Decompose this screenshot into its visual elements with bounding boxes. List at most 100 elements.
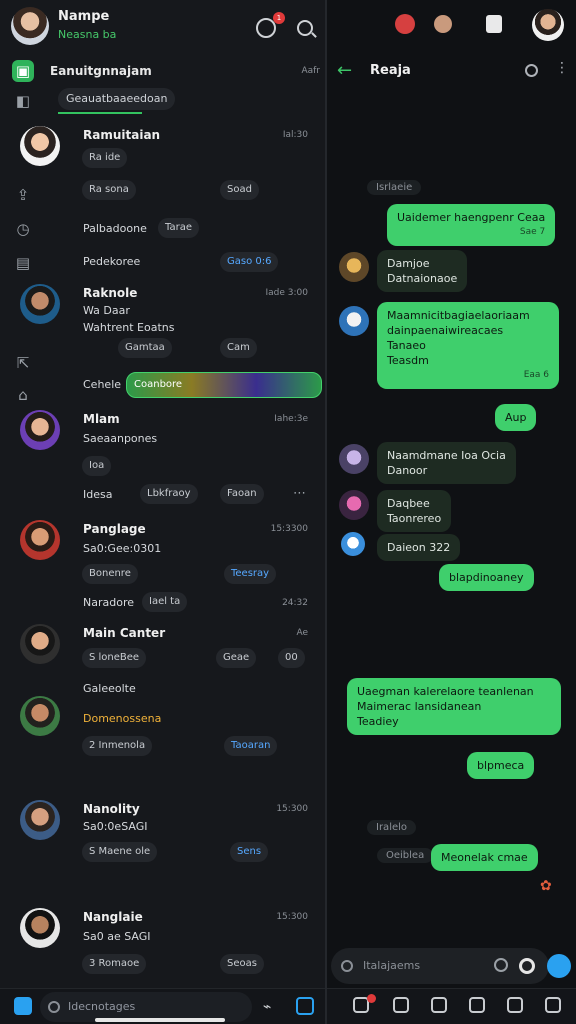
- top-icons: [327, 0, 576, 48]
- list-item[interactable]: Raknole Iade 3:00 Wa Daar Wahtrent Eoatn…: [10, 282, 320, 362]
- chat-name: Naradore: [83, 596, 134, 609]
- message-text: blpmeca: [477, 759, 525, 772]
- avatar[interactable]: [11, 7, 49, 45]
- pinned-underline: [58, 112, 142, 114]
- compose-icon[interactable]: [296, 997, 314, 1015]
- avatar[interactable]: [339, 444, 369, 474]
- message-text: Uaegman kalerelaore teanlenan: [357, 685, 534, 698]
- compass-icon[interactable]: [507, 997, 523, 1013]
- list-item[interactable]: Ramuitaian Ial:30 Ra ide Ra sona Soad: [10, 124, 320, 204]
- list-item[interactable]: Palbadoone Tarae: [10, 216, 320, 246]
- list-item[interactable]: Mlam Iahe:3e Saeaanpones Ioa: [10, 408, 320, 478]
- chat-preview-pill: Sens: [230, 842, 269, 862]
- avatar[interactable]: [339, 252, 369, 282]
- chat-preview: Palbadoone: [83, 222, 147, 235]
- message-text: Uaidemer haengpenr Ceaa: [397, 211, 546, 224]
- search-icon[interactable]: [297, 20, 313, 36]
- sender-name: Naamdmane: [387, 449, 458, 462]
- back-arrow-icon[interactable]: ←: [337, 60, 352, 81]
- message-out[interactable]: blapdinoaney: [439, 564, 534, 591]
- message-text: Tanaeo: [387, 339, 426, 352]
- chat-name: Nanglaie: [83, 910, 143, 924]
- chat-name: Galeeolte: [83, 682, 136, 695]
- chat-time: Ae: [296, 628, 308, 638]
- edit-icon[interactable]: [545, 997, 561, 1013]
- chat-preview-pill: 2 Inmenola: [82, 736, 153, 756]
- message-text: Datnaionaoe: [387, 272, 458, 285]
- profile-status: Neasna ba: [58, 28, 117, 41]
- message-in[interactable]: Daqbee Taonrereo: [377, 490, 452, 532]
- message-time: Sae 7: [519, 227, 546, 237]
- message-out[interactable]: Uaegman kalerelaore teanlenan Maimerac l…: [347, 678, 561, 735]
- emoji-icon[interactable]: [494, 958, 508, 972]
- chat-preview-pill: Geae: [216, 648, 257, 668]
- chat-preview: Wahtrent Eoatns: [83, 321, 175, 334]
- home-indicator: [95, 1018, 225, 1022]
- kebab-menu-icon[interactable]: ⋮: [555, 60, 569, 76]
- avatar[interactable]: [339, 490, 369, 520]
- record-icon[interactable]: [395, 14, 415, 34]
- search-icon[interactable]: [525, 64, 538, 77]
- message-out[interactable]: Meonelak cmae: [431, 844, 538, 871]
- sticker-icon[interactable]: ✿: [540, 878, 552, 894]
- list-item[interactable]: Galeeolte Domenossena 2 Inmenola Taoaran: [10, 676, 320, 786]
- swipe-icon[interactable]: ⌁: [263, 999, 271, 1015]
- list-item[interactable]: Naradore 24:32 Iael ta: [10, 592, 320, 614]
- list-item[interactable]: Idesa Lbkfraoy Faoan ⋯: [10, 484, 320, 508]
- input-placeholder: Italajaems: [363, 959, 421, 972]
- doc-icon[interactable]: [486, 15, 502, 33]
- avatar: [20, 624, 60, 664]
- message-in[interactable]: Damjoe Datnaionaoe: [377, 250, 468, 292]
- avatar: [20, 410, 60, 450]
- chat-name: Pedekoree: [83, 255, 141, 268]
- chat-preview-pill: S loneBee: [82, 648, 147, 668]
- bottom-toolbar: [327, 988, 576, 1024]
- list-item[interactable]: Nanglaie 15:300 Sa0 ae SAGI 3 Romaoe Seo…: [10, 906, 320, 986]
- pinned-title: Eanuitgnnajam: [50, 64, 152, 78]
- search-icon: [48, 1001, 60, 1013]
- send-button[interactable]: [547, 954, 571, 978]
- chat-preview-pill: Soad: [220, 180, 259, 200]
- chat-icon[interactable]: ◧: [12, 90, 34, 112]
- highlight-pill[interactable]: Coanbore: [126, 372, 322, 398]
- message-text: Taonrereo: [387, 512, 442, 525]
- more-icon[interactable]: ⋯: [293, 486, 306, 501]
- chat-list-pane: Nampe Neasna ba 1 ▣ ◧ ⇪ ◷ ▤ ⇱ ⌂ Eanuitgn…: [0, 0, 325, 1024]
- chat-time: 15:300: [276, 804, 308, 814]
- system-label: Isrlaeie: [367, 180, 422, 195]
- pinned-chip: Geauatbaaeedoan: [58, 88, 176, 110]
- pinned-chat[interactable]: Eanuitgnnajam Aafr Geauatbaaeedoan: [50, 60, 320, 114]
- list-item[interactable]: Cehele Coanbore: [10, 372, 322, 400]
- message-out[interactable]: Aup: [495, 404, 537, 431]
- map-icon[interactable]: [393, 997, 409, 1013]
- avatar: [20, 696, 60, 736]
- chat-preview-pill: Faoan: [220, 484, 264, 504]
- chat-preview-pill: Gaso 0:6: [220, 252, 279, 272]
- chat-preview: Domenossena: [83, 712, 162, 725]
- chat-list: Eanuitgnnajam Aafr Geauatbaaeedoan Ramui…: [20, 56, 322, 986]
- message-out[interactable]: blpmeca: [467, 752, 535, 779]
- avatar[interactable]: [434, 15, 452, 33]
- camera-icon[interactable]: [519, 958, 535, 974]
- message-list: Isrlaeie Uaidemer haengpenr Ceaa Sae 7 D…: [327, 100, 576, 950]
- chat-preview-pill: Ra ide: [82, 148, 128, 168]
- message-out[interactable]: Uaidemer haengpenr Ceaa Sae 7: [387, 204, 556, 246]
- app-icon[interactable]: [14, 997, 32, 1015]
- list-item[interactable]: Panglage 15:3300 Sa0:Gee:0301 Bonenre Te…: [10, 518, 320, 588]
- message-in[interactable]: Naamdmane Ioa Ocia Danoor: [377, 442, 516, 484]
- list-item[interactable]: Nanolity 15:300 Sa0:0eSAGI S Maene ole S…: [10, 798, 320, 890]
- book-icon[interactable]: [431, 997, 447, 1013]
- chat-name: Cehele: [83, 378, 122, 391]
- chat-name: Raknole: [83, 286, 138, 300]
- timer-icon[interactable]: [469, 997, 485, 1013]
- avatar[interactable]: [339, 306, 369, 336]
- list-item[interactable]: Main Canter Ae S loneBee Geae 00: [10, 622, 320, 682]
- avatar[interactable]: [341, 532, 365, 556]
- message-out[interactable]: Maamnicitbagiaelaoriaam dainpaenaiwireac…: [377, 302, 559, 389]
- search-icon: [341, 960, 353, 972]
- home-icon[interactable]: ▣: [12, 60, 34, 82]
- message-in[interactable]: Daieon 322: [377, 534, 461, 561]
- list-item[interactable]: Pedekoree Gaso 0:6: [10, 252, 320, 274]
- avatar[interactable]: [532, 9, 564, 41]
- message-input[interactable]: Italajaems: [331, 948, 549, 984]
